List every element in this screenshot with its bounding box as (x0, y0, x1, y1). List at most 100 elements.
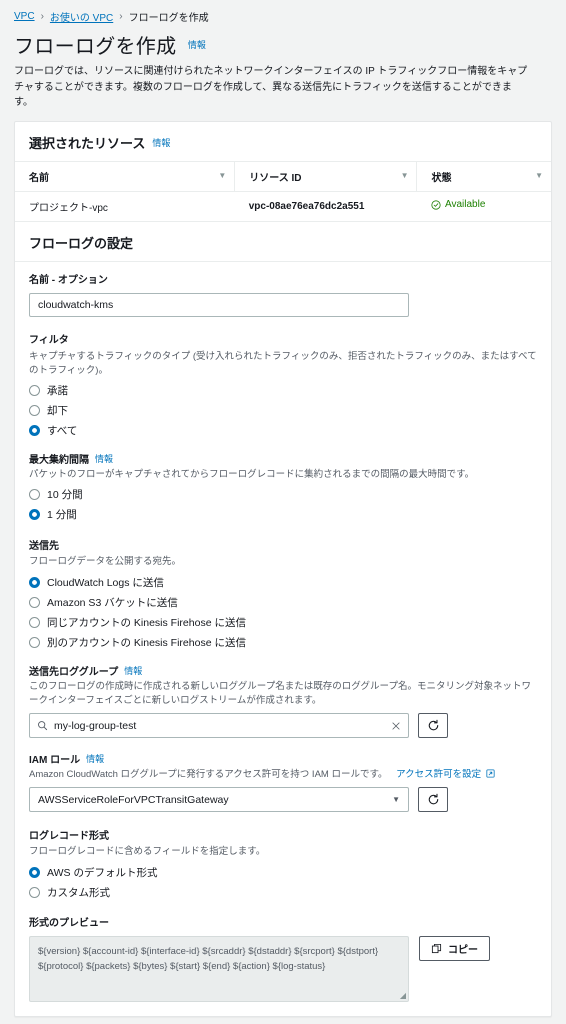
radio-icon[interactable] (29, 405, 40, 416)
radio-icon-selected[interactable] (29, 866, 40, 878)
status-label: Available (444, 199, 486, 211)
selected-resources-table: 名前 ▼ リソース ID ▼ 状態 ▼ プロジェクト-vpc vpc-08ae7… (15, 160, 551, 222)
radio-format-aws-default[interactable]: AWS のデフォルト形式 (29, 865, 537, 880)
radio-icon[interactable] (29, 489, 40, 501)
radio-destination-firehose-other-account[interactable]: 別のアカウントの Kinesis Firehose に送信 (29, 635, 537, 650)
cell-name: プロジェクト-vpc (15, 191, 235, 222)
breadcrumb-item-current: フローログを作成 (128, 13, 209, 24)
breadcrumb-item-your-vpcs[interactable]: お使いの VPC (50, 9, 113, 24)
name-input[interactable] (29, 292, 409, 317)
flow-log-settings-title: フローログの設定 (29, 235, 134, 251)
column-header-name[interactable]: 名前 ▼ (15, 160, 235, 192)
filter-hint: キャプチャするトラフィックのタイプ (受け入れられたトラフィックのみ、拒否された… (29, 350, 537, 376)
cell-status: Available (416, 191, 551, 222)
sort-icon[interactable]: ▼ (218, 172, 226, 180)
radio-icon-selected[interactable] (29, 509, 40, 521)
radio-interval-1min[interactable]: 1 分間 (29, 507, 537, 522)
radio-label: 別のアカウントの Kinesis Firehose に送信 (47, 636, 246, 649)
radio-label: 同じアカウントの Kinesis Firehose に送信 (47, 616, 246, 629)
log-group-hint: このフローログの作成時に作成される新しいロググループ名または既存のロググループ名… (29, 680, 531, 706)
set-permissions-link[interactable]: アクセス許可を設定 (396, 769, 481, 780)
create-flow-log-page: VPC › お使いの VPC › フローログを作成 フローログを作成 情報 フロ… (0, 0, 566, 1024)
interval-hint: パケットのフローがキャプチャされてからフローログレコードに集約されるまでの間隔の… (29, 469, 475, 480)
iam-role-hint: Amazon CloudWatch ロググループに発行するアクセス許可を持つ I… (29, 768, 537, 782)
name-label: 名前 - オプション (29, 274, 108, 286)
flow-log-settings-form: 名前 - オプション フィルタ キャプチャするトラフィックのタイプ (受け入れら… (15, 262, 551, 1016)
filter-label: フィルタ (29, 334, 69, 346)
resize-handle-icon[interactable]: ◢ (400, 991, 406, 1000)
breadcrumb: VPC › お使いの VPC › フローログを作成 (0, 0, 566, 24)
radio-label: AWS のデフォルト形式 (47, 866, 158, 879)
interval-info-link[interactable]: 情報 (95, 452, 113, 465)
refresh-icon (428, 719, 438, 731)
interval-label: 最大集約間隔 (29, 455, 89, 466)
radio-icon[interactable] (29, 886, 40, 898)
radio-label: すべて (47, 425, 78, 437)
radio-filter-reject[interactable]: 却下 (29, 403, 537, 418)
search-icon (38, 721, 48, 731)
breadcrumb-item-vpc[interactable]: VPC (14, 11, 35, 22)
sort-icon[interactable]: ▼ (401, 172, 409, 180)
sort-icon[interactable]: ▼ (535, 172, 543, 180)
column-header-status[interactable]: 状態 ▼ (416, 160, 551, 192)
radio-destination-s3[interactable]: Amazon S3 バケットに送信 (29, 595, 537, 610)
selected-resources-title: 選択されたリソース (29, 135, 146, 151)
copy-button-label: コピー (448, 944, 478, 956)
flow-log-settings-header: フローログの設定 (15, 222, 551, 261)
radio-icon-selected[interactable] (29, 576, 40, 588)
format-preview-text: ${version} ${account-id} ${interface-id}… (38, 945, 379, 972)
radio-icon[interactable] (29, 596, 40, 608)
breadcrumb-separator-icon: › (40, 11, 44, 22)
destination-hint: フローログデータを公開する宛先。 (29, 556, 182, 568)
radio-interval-10min[interactable]: 10 分間 (29, 487, 537, 502)
field-iam-role: IAM ロール 情報 Amazon CloudWatch ロググループに発行する… (29, 751, 537, 813)
table-row: プロジェクト-vpc vpc-08ae76ea76dc2a551 Availab… (15, 191, 551, 222)
radio-destination-firehose-same-account[interactable]: 同じアカウントの Kinesis Firehose に送信 (29, 615, 537, 630)
radio-icon[interactable] (29, 385, 40, 396)
page-info-link[interactable]: 情報 (188, 40, 206, 50)
iam-role-label: IAM ロール (29, 755, 81, 766)
iam-role-select[interactable]: AWSServiceRoleForVPCTransitGateway ▼ (29, 787, 409, 813)
format-preview-textarea[interactable]: ${version} ${account-id} ${interface-id}… (29, 935, 409, 1002)
radio-filter-accept[interactable]: 承諾 (29, 383, 537, 398)
iam-role-value: AWSServiceRoleForVPCTransitGateway (38, 793, 229, 806)
field-filter: フィルタ キャプチャするトラフィックのタイプ (受け入れられたトラフィックのみ、… (29, 330, 537, 439)
field-destination: 送信先 フローログデータを公開する宛先。 CloudWatch Logs に送信… (29, 535, 537, 649)
radio-destination-cloudwatch[interactable]: CloudWatch Logs に送信 (29, 575, 537, 590)
radio-label: 10 分間 (47, 489, 83, 502)
field-format-preview: 形式のプレビュー ${version} ${account-id} ${inte… (29, 913, 537, 1002)
copy-icon (431, 943, 442, 953)
external-link-icon[interactable] (486, 769, 495, 778)
radio-label: Amazon S3 バケットに送信 (47, 596, 178, 609)
iam-role-info-link[interactable]: 情報 (86, 752, 104, 765)
status-badge: Available (431, 199, 485, 210)
field-log-record-format: ログレコード形式 フローログレコードに含めるフィールドを指定します。 AWS の… (29, 825, 537, 899)
log-group-label: 送信先ロググループ (29, 666, 119, 678)
log-group-info-link[interactable]: 情報 (124, 664, 142, 677)
radio-label: カスタム形式 (47, 886, 110, 899)
iam-role-refresh-button[interactable] (418, 787, 448, 813)
radio-icon[interactable] (29, 636, 40, 648)
log-group-refresh-button[interactable] (418, 713, 448, 738)
clear-icon[interactable] (391, 721, 401, 731)
destination-label: 送信先 (29, 540, 59, 552)
radio-icon-selected[interactable] (29, 425, 40, 436)
radio-filter-all[interactable]: すべて (29, 423, 537, 438)
copy-button[interactable]: コピー (419, 935, 490, 961)
selected-resources-info-link[interactable]: 情報 (152, 136, 170, 149)
column-header-resource-id[interactable]: リソース ID ▼ (234, 160, 417, 192)
log-group-value: my-log-group-test (54, 719, 137, 732)
field-aggregation-interval: 最大集約間隔 情報 パケットのフローがキャプチャされてからフローログレコードに集… (29, 451, 537, 522)
log-group-search-input[interactable]: my-log-group-test (29, 713, 409, 738)
refresh-icon (428, 794, 438, 805)
radio-format-custom[interactable]: カスタム形式 (29, 885, 537, 900)
record-format-hint: フローログレコードに含めるフィールドを指定します。 (29, 846, 266, 858)
chevron-down-icon[interactable]: ▼ (392, 795, 400, 804)
selected-resources-header: 選択されたリソース 情報 (15, 122, 551, 161)
format-preview-label: 形式のプレビュー (29, 917, 109, 929)
field-log-group: 送信先ロググループ 情報 このフローログの作成時に作成される新しいロググループ名… (29, 663, 537, 738)
radio-icon[interactable] (29, 616, 40, 628)
radio-label: 承諾 (47, 385, 68, 397)
radio-label: 却下 (47, 405, 68, 417)
field-name: 名前 - オプション (29, 270, 537, 317)
